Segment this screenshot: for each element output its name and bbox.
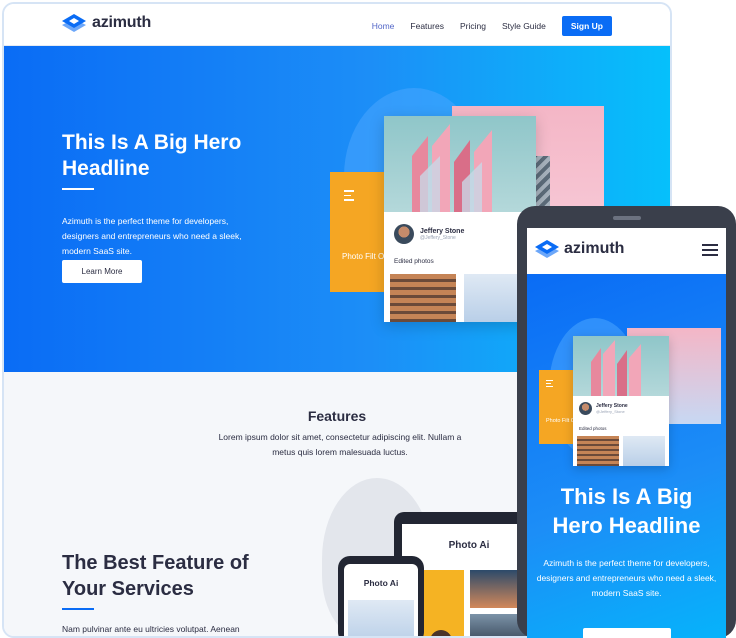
photo-card: Jeffery Stone @Jeffery_Stone Edited phot… (384, 116, 536, 322)
learn-more-button[interactable]: Learn More (62, 260, 142, 283)
author-handle: @Jeffery_Stone (420, 234, 456, 241)
mobile-photo-author: Jeffery Stone @Jeffery_Stone (579, 402, 628, 415)
mobile-author-handle: @Jeffery_Stone (596, 409, 625, 414)
phone-mockup: Photo Ai (338, 556, 424, 636)
sign-up-button[interactable]: Sign Up (561, 16, 612, 36)
mobile-photo-card: Jeffery Stone @Jeffery_Stone Edited phot… (573, 336, 669, 466)
phone-screen: Photo Ai (344, 564, 418, 636)
azimuth-logo-icon (62, 14, 86, 32)
mobile-thumbnail-building (577, 436, 619, 466)
hero-title: This Is A Big Hero Headline (62, 131, 242, 180)
nav-links: Home Features Pricing Style Guide Sign U… (356, 16, 612, 36)
mobile-building-illustration (591, 340, 641, 396)
nav-home[interactable]: Home (372, 21, 395, 31)
filter-lines-icon (344, 190, 354, 204)
best-feature-text: Nam pulvinar ante eu ultricies volutpat.… (62, 624, 240, 634)
mobile-orange-card: Photo Filt Orange (539, 370, 589, 444)
hero-text: Azimuth is the perfect theme for develop… (62, 216, 242, 256)
brand-logo[interactable]: azimuth (62, 14, 151, 32)
mobile-hero-title: This Is A Big Hero Headline (552, 484, 701, 538)
tablet-app-title: Photo Ai (448, 540, 490, 551)
building-illustration (412, 124, 492, 212)
nav-style-guide[interactable]: Style Guide (502, 21, 546, 31)
avatar (579, 402, 592, 415)
building-photo (384, 116, 536, 212)
top-navbar: azimuth Home Features Pricing Style Guid… (4, 4, 670, 46)
author-name: Jeffery Stone (420, 227, 465, 235)
thumbnail-building (390, 274, 456, 322)
edited-photos-label: Edited photos (394, 258, 434, 265)
azimuth-logo-icon (535, 240, 559, 258)
best-feature-title: The Best Feature of Your Services (62, 552, 249, 600)
mobile-navbar: azimuth (527, 228, 726, 274)
photo-author: Jeffery Stone @Jeffery_Stone (394, 224, 464, 244)
filter-lines-icon (546, 380, 553, 389)
phone-app-title: Photo Ai (363, 578, 399, 588)
nav-pricing[interactable]: Pricing (460, 21, 486, 31)
avatar (394, 224, 414, 244)
nav-features[interactable]: Features (410, 21, 444, 31)
mobile-hero-text: Azimuth is the perfect theme for develop… (536, 558, 717, 598)
hamburger-menu-icon[interactable] (702, 244, 718, 259)
hero-divider (62, 188, 94, 190)
mobile-cta-button[interactable] (583, 628, 671, 638)
mobile-brand-name: azimuth (564, 240, 625, 257)
phone-photo (348, 600, 414, 636)
mobile-thumbnail-sky (623, 436, 665, 466)
mobile-hero: Photo Filt Orange Jeffery Stone @Jeffery… (527, 274, 726, 638)
phone-speaker (613, 216, 641, 220)
mobile-preview: azimuth Photo Filt Orange Jeffery Stone … (517, 206, 736, 638)
brand-name: azimuth (92, 14, 152, 31)
mobile-screen: azimuth Photo Filt Orange Jeffery Stone … (527, 228, 726, 638)
mobile-edited-photos-label: Edited photos (579, 426, 607, 431)
orange-filter-card: Photo Filt Orange (330, 172, 405, 292)
best-feature-divider (62, 608, 94, 610)
features-text: Lorem ipsum dolor sit amet, consectetur … (218, 432, 462, 457)
mobile-brand-logo[interactable]: azimuth (535, 240, 624, 258)
mobile-building-photo (573, 336, 669, 396)
